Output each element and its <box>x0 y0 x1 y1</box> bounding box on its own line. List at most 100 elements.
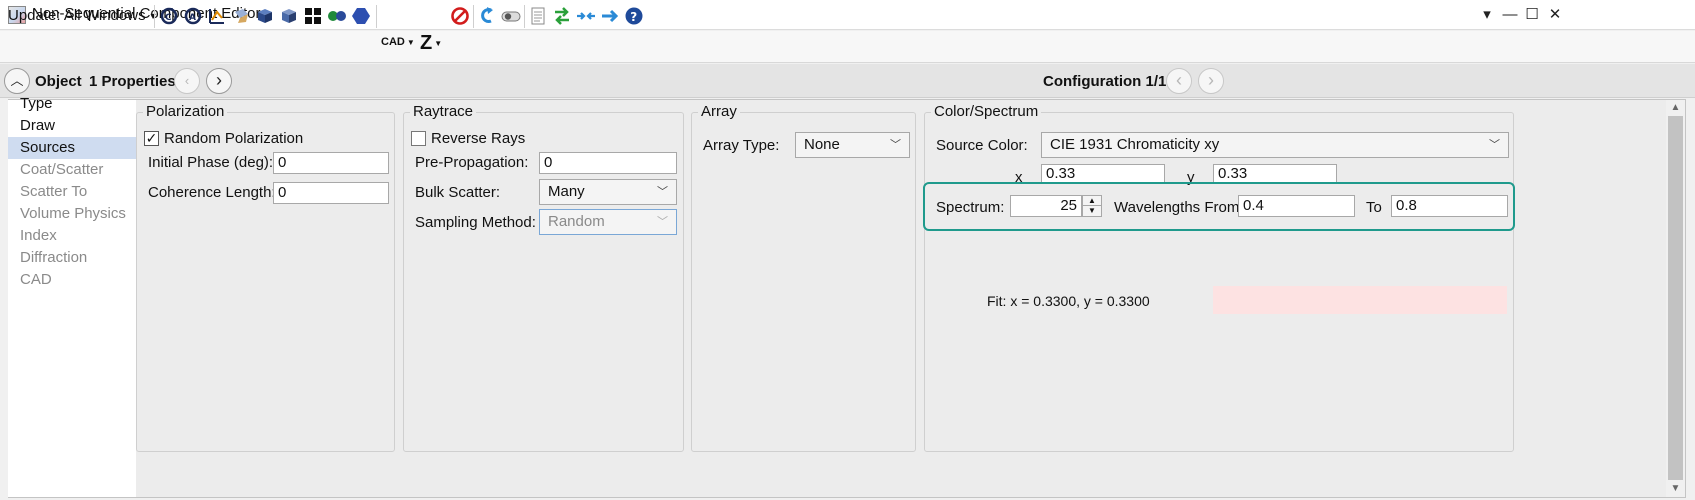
pre-propagation-field[interactable]: 0 <box>539 152 677 174</box>
bulk-scatter-select[interactable]: Many ﹀ <box>539 179 677 205</box>
x-field[interactable]: 0.33 <box>1041 164 1165 184</box>
wireframe-cube-icon[interactable] <box>279 6 299 26</box>
undo-icon[interactable] <box>477 6 497 26</box>
initial-phase-label: Initial Phase (deg): <box>148 154 274 171</box>
help-icon[interactable]: ? <box>624 6 644 26</box>
array-type-value: None <box>804 136 840 153</box>
refresh-icon[interactable]: C <box>159 6 179 26</box>
chevron-down-icon: ﹀ <box>657 216 668 228</box>
previous-config-button[interactable]: ‹ <box>1166 68 1192 94</box>
sampling-method-value: Random <box>548 213 605 230</box>
random-polarization-checkbox[interactable]: ✓ <box>144 131 159 146</box>
source-color-label: Source Color: <box>936 137 1028 154</box>
random-polarization-label: Random Polarization <box>164 130 304 147</box>
spectrum-highlight-box <box>923 182 1515 231</box>
toolbar-separator <box>376 5 377 28</box>
chevron-up-icon: ︿ <box>10 73 24 88</box>
svg-text:C: C <box>165 13 172 23</box>
coherence-length-field[interactable]: 0 <box>273 182 389 204</box>
swap-arrows-icon[interactable] <box>552 6 572 26</box>
y-field[interactable]: 0.33 <box>1213 164 1337 184</box>
raytrace-title: Raytrace <box>410 103 477 120</box>
source-color-value: CIE 1931 Chromaticity xy <box>1050 136 1220 153</box>
shaded-model-icon[interactable] <box>231 6 251 26</box>
layout-plot-icon[interactable] <box>207 6 227 26</box>
nav-item-volume-physics[interactable]: Volume Physics <box>8 203 136 225</box>
zemax-menu-button[interactable]: Z ▼ <box>420 32 442 55</box>
window-menu-button[interactable]: ▾ <box>1476 4 1498 26</box>
fit-color-swatch <box>1213 286 1507 314</box>
toolbar-separator <box>473 5 474 28</box>
sampling-method-select[interactable]: Random ﹀ <box>539 209 677 235</box>
toolbar-separator <box>154 5 155 28</box>
close-button[interactable]: ✕ <box>1544 4 1566 26</box>
nav-item-index[interactable]: Index <box>8 225 136 247</box>
converge-arrows-icon[interactable] <box>576 6 596 26</box>
fit-result-text: Fit: x = 0.3300, y = 0.3300 <box>987 293 1150 309</box>
document-icon[interactable] <box>528 6 548 26</box>
configuration-label: Configuration 1/1 <box>1043 73 1167 90</box>
array-type-label: Array Type: <box>703 137 780 154</box>
chevron-left-icon: ‹ <box>184 73 190 88</box>
chevron-down-icon: ▼ <box>406 38 415 47</box>
chevron-right-icon: › <box>216 70 222 90</box>
nav-item-coat-scatter[interactable]: Coat/Scatter <box>8 159 136 181</box>
z-label: Z <box>420 32 433 54</box>
color-spectrum-title: Color/Spectrum <box>931 103 1042 120</box>
pre-propagation-label: Pre-Propagation: <box>415 154 529 171</box>
next-object-button[interactable]: › <box>206 68 232 94</box>
nav-item-type[interactable]: Type <box>8 93 136 115</box>
nav-item-draw[interactable]: Draw <box>8 115 136 137</box>
chevron-left-icon: ‹ <box>1176 70 1182 90</box>
arrow-right-icon[interactable] <box>600 6 620 26</box>
toolbar-separator <box>524 5 525 28</box>
cad-menu-button[interactable]: CAD ▼ <box>381 36 415 48</box>
sampling-method-label: Sampling Method: <box>415 214 536 231</box>
array-title: Array <box>698 103 740 120</box>
auto-update-icon[interactable]: A <box>183 6 203 26</box>
stop-icon[interactable] <box>450 6 470 26</box>
bulk-scatter-value: Many <box>548 183 585 200</box>
svg-text:A: A <box>189 13 196 23</box>
initial-phase-field[interactable]: 0 <box>273 152 389 174</box>
scroll-down-icon[interactable]: ▼ <box>1666 481 1685 497</box>
chevron-down-icon: ﹀ <box>657 186 668 198</box>
polarization-title: Polarization <box>143 103 228 120</box>
toolbar <box>0 31 1695 63</box>
maximize-button[interactable]: ☐ <box>1521 4 1543 26</box>
properties-label: 1 Properties <box>89 73 176 90</box>
collapse-button[interactable]: ︿ <box>4 68 30 94</box>
polygon-object-icon[interactable] <box>351 6 371 26</box>
nav-item-scatter-to[interactable]: Scatter To <box>8 181 136 203</box>
reverse-rays-label: Reverse Rays <box>431 130 526 147</box>
object-label: Object <box>35 73 82 90</box>
array-type-select[interactable]: None ﹀ <box>795 132 910 158</box>
bulk-scatter-label: Bulk Scatter: <box>415 184 501 201</box>
paraxial-lens-icon[interactable] <box>327 6 347 26</box>
svg-text:?: ? <box>630 10 637 24</box>
checkmark-icon: ✓ <box>145 130 158 146</box>
array-group <box>691 112 916 452</box>
nav-item-sources[interactable]: Sources <box>8 137 136 159</box>
nav-item-cad[interactable]: CAD <box>8 269 136 291</box>
nav-item-diffraction[interactable]: Diffraction <box>8 247 136 269</box>
scroll-up-icon[interactable]: ▲ <box>1666 100 1685 116</box>
previous-object-button[interactable]: ‹ <box>174 68 200 94</box>
chevron-down-icon: ﹀ <box>1489 139 1500 151</box>
cad-label: CAD <box>381 36 405 48</box>
minimize-button[interactable]: — <box>1499 4 1521 26</box>
source-color-select[interactable]: CIE 1931 Chromaticity xy ﹀ <box>1041 132 1509 158</box>
object-header <box>0 64 1695 98</box>
update-label: Update: All Windows <box>8 7 146 24</box>
toggle-icon[interactable] <box>501 6 521 26</box>
next-config-button[interactable]: › <box>1198 68 1224 94</box>
solid-cube-icon[interactable] <box>255 6 275 26</box>
scrollbar-thumb[interactable] <box>1668 116 1683 480</box>
grid-icon[interactable] <box>303 6 323 26</box>
chevron-down-icon: ▼ <box>434 39 443 49</box>
reverse-rays-checkbox[interactable] <box>411 131 426 146</box>
category-nav: Type Draw Sources Coat/Scatter Scatter T… <box>8 95 136 497</box>
color-spectrum-group <box>924 112 1514 452</box>
chevron-right-icon: › <box>1208 70 1214 90</box>
update-all-windows-button[interactable]: Update: All Windows▼ <box>8 5 158 27</box>
